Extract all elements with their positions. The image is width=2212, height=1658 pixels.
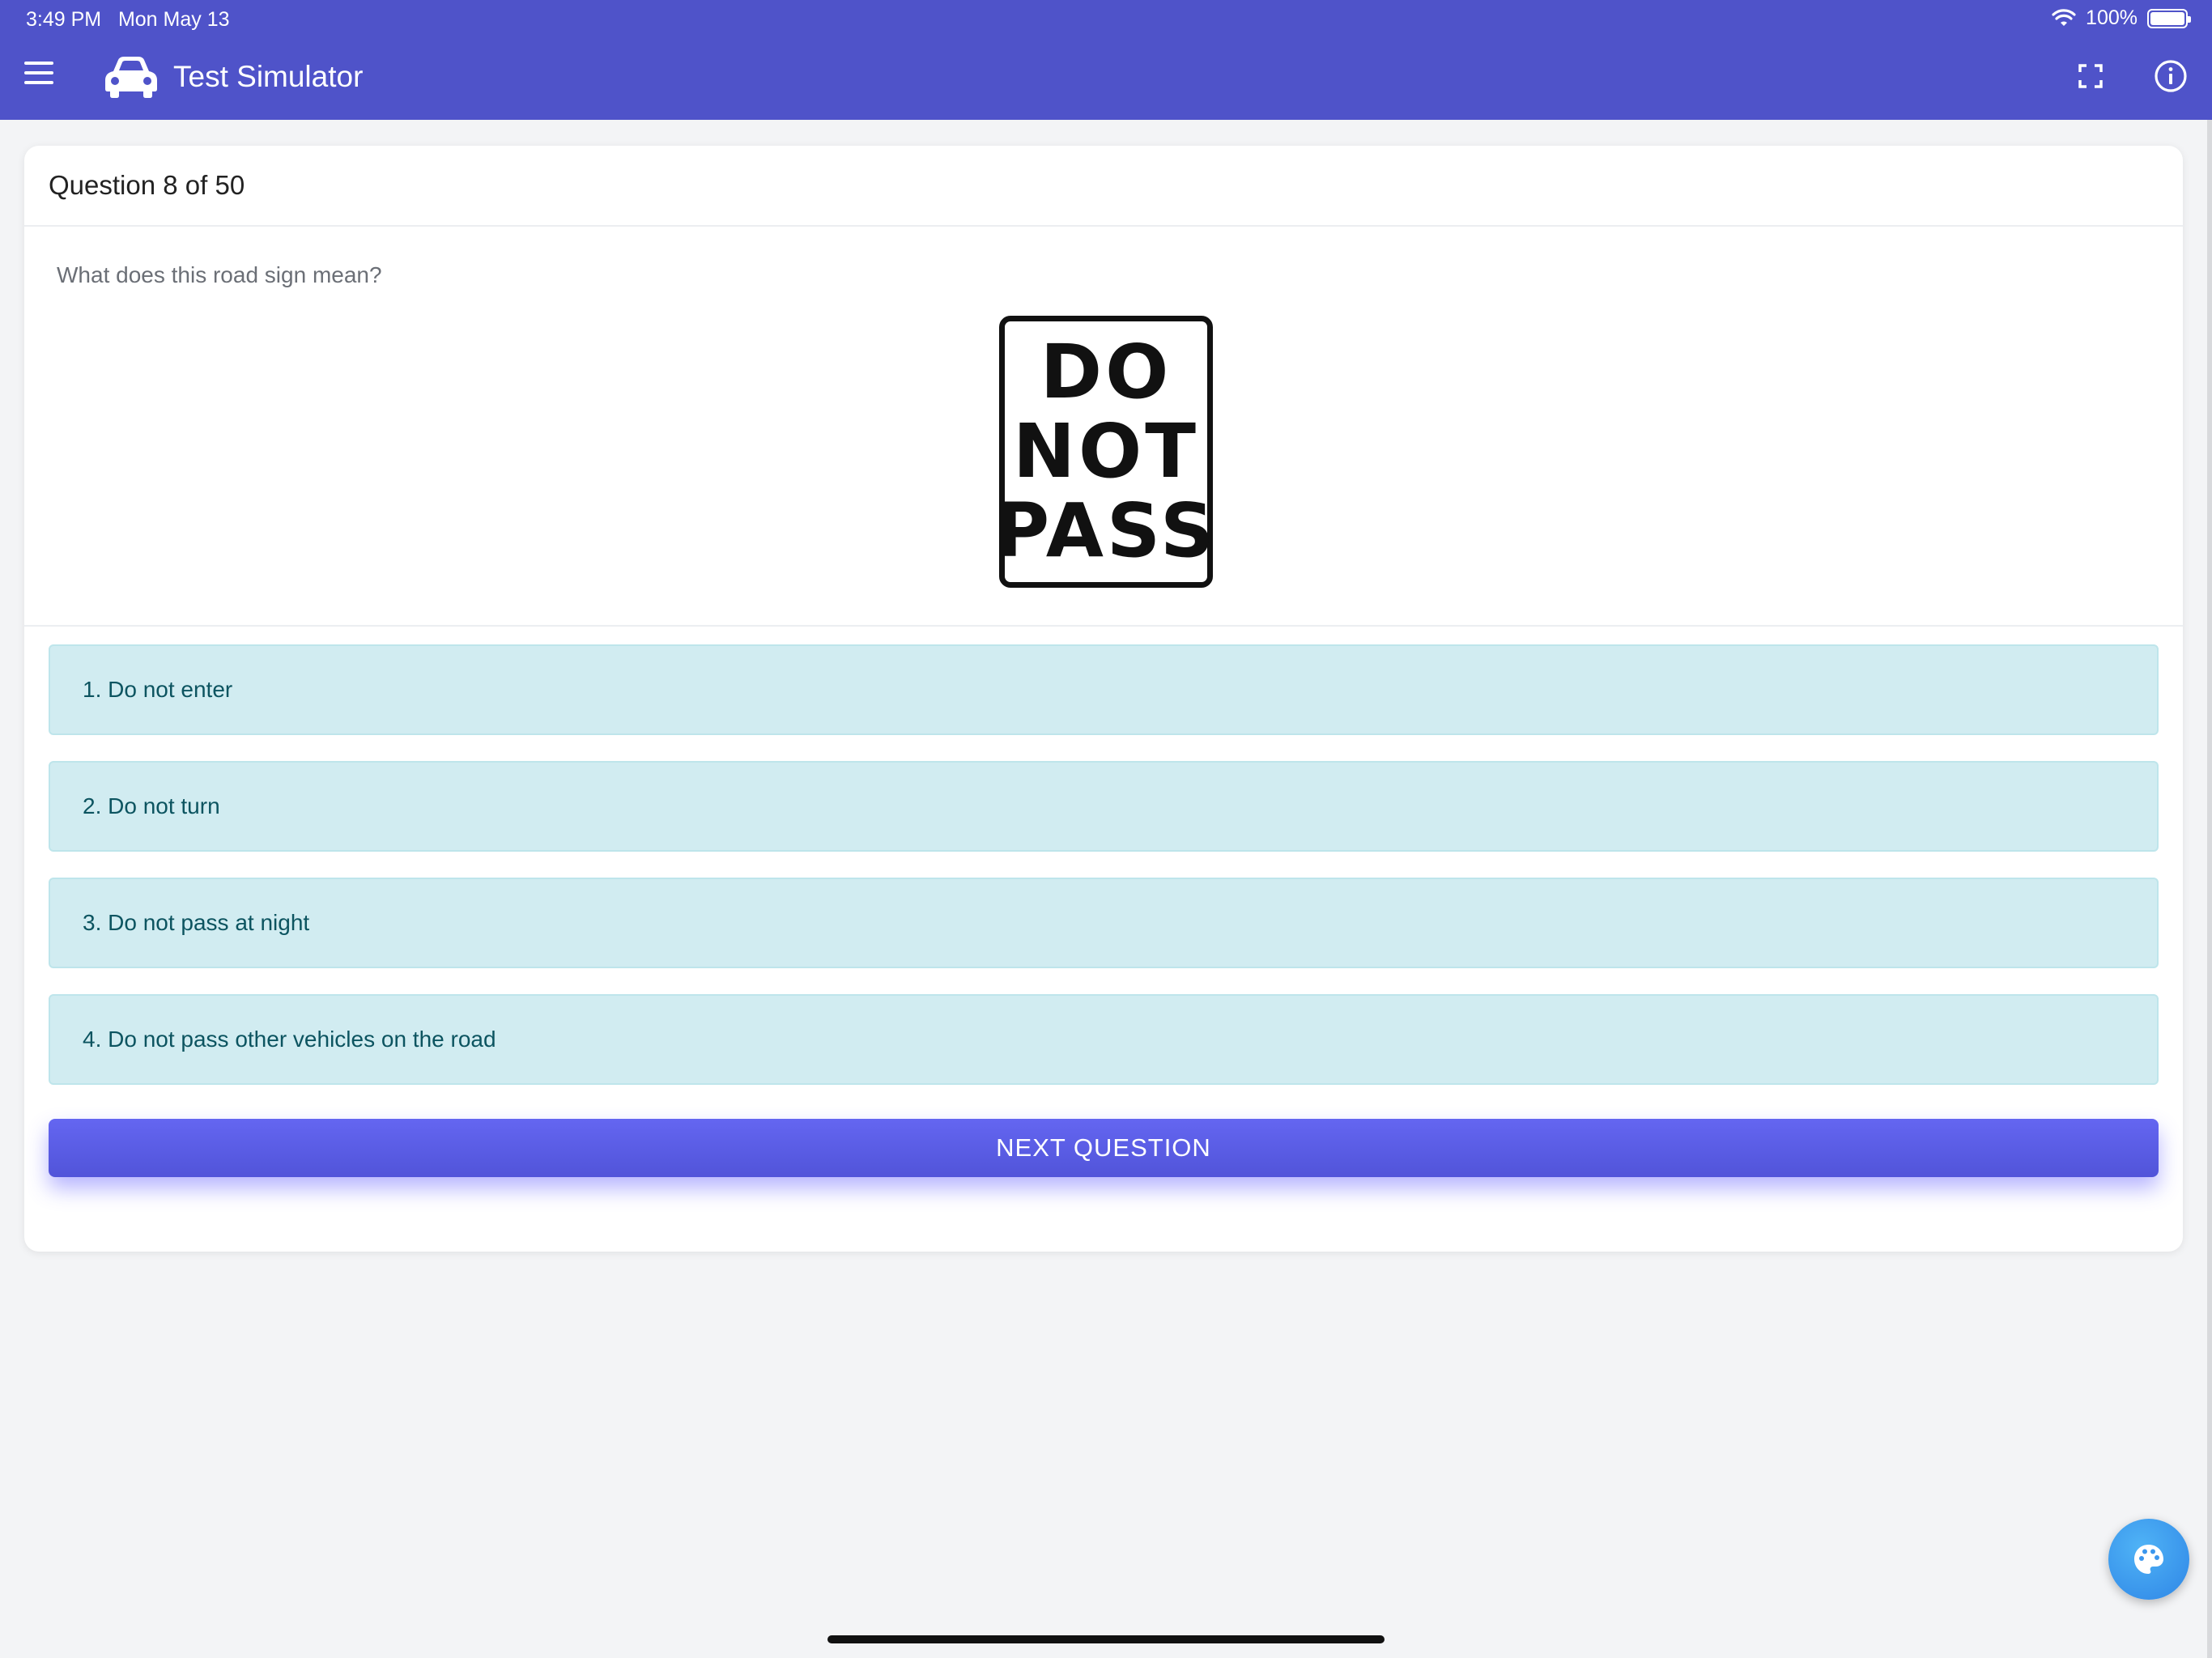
answer-option-label: 4. Do not pass other vehicles on the roa… [83, 1027, 496, 1052]
question-counter: Question 8 of 50 [49, 170, 245, 200]
wifi-icon [2052, 8, 2076, 26]
home-indicator[interactable] [827, 1635, 1385, 1643]
answer-option-label: 1. Do not enter [83, 677, 233, 702]
answer-option-2[interactable]: 2. Do not turn [49, 761, 2159, 852]
battery-icon [2147, 8, 2191, 28]
question-body: What does this road sign mean? DO NOT PA… [24, 227, 2183, 627]
palette-icon [2134, 1545, 2163, 1574]
theme-fab-button[interactable] [2108, 1519, 2189, 1600]
car-icon [105, 57, 157, 98]
status-date: Mon May 13 [117, 8, 230, 31]
card-header: Question 8 of 50 [24, 146, 2183, 227]
question-card: Question 8 of 50 What does this road sig… [24, 146, 2183, 1252]
answer-option-4[interactable]: 4. Do not pass other vehicles on the roa… [49, 994, 2159, 1085]
status-clock: 3:49 PM [26, 8, 102, 31]
fullscreen-icon[interactable] [2078, 63, 2104, 89]
next-question-button[interactable]: NEXT QUESTION [49, 1119, 2159, 1177]
menu-icon [24, 62, 53, 65]
app-bar: 3:49 PM Mon May 13 100% Test Simulator [0, 0, 2212, 120]
answer-options: 1. Do not enter 2. Do not turn 3. Do not… [49, 644, 2159, 1111]
road-sign-image: DO NOT PASS [995, 316, 1214, 588]
answer-option-label: 3. Do not pass at night [83, 910, 310, 935]
menu-button[interactable] [24, 62, 57, 87]
sign-line-3: PASS [994, 487, 1218, 574]
answer-option-3[interactable]: 3. Do not pass at night [49, 878, 2159, 968]
answer-option-label: 2. Do not turn [83, 793, 220, 818]
sign-line-2: NOT [1013, 408, 1199, 495]
scrollbar-track [2207, 120, 2212, 1658]
status-indicators: 100% [2052, 6, 2191, 30]
answer-option-1[interactable]: 1. Do not enter [49, 644, 2159, 735]
info-icon[interactable] [2154, 59, 2188, 93]
sign-line-1: DO [1040, 329, 1172, 415]
battery-percent: 100% [2086, 6, 2138, 29]
question-text: What does this road sign mean? [57, 262, 382, 287]
status-time: 3:49 PM Mon May 13 [26, 8, 230, 32]
app-title: Test Simulator [173, 60, 364, 93]
